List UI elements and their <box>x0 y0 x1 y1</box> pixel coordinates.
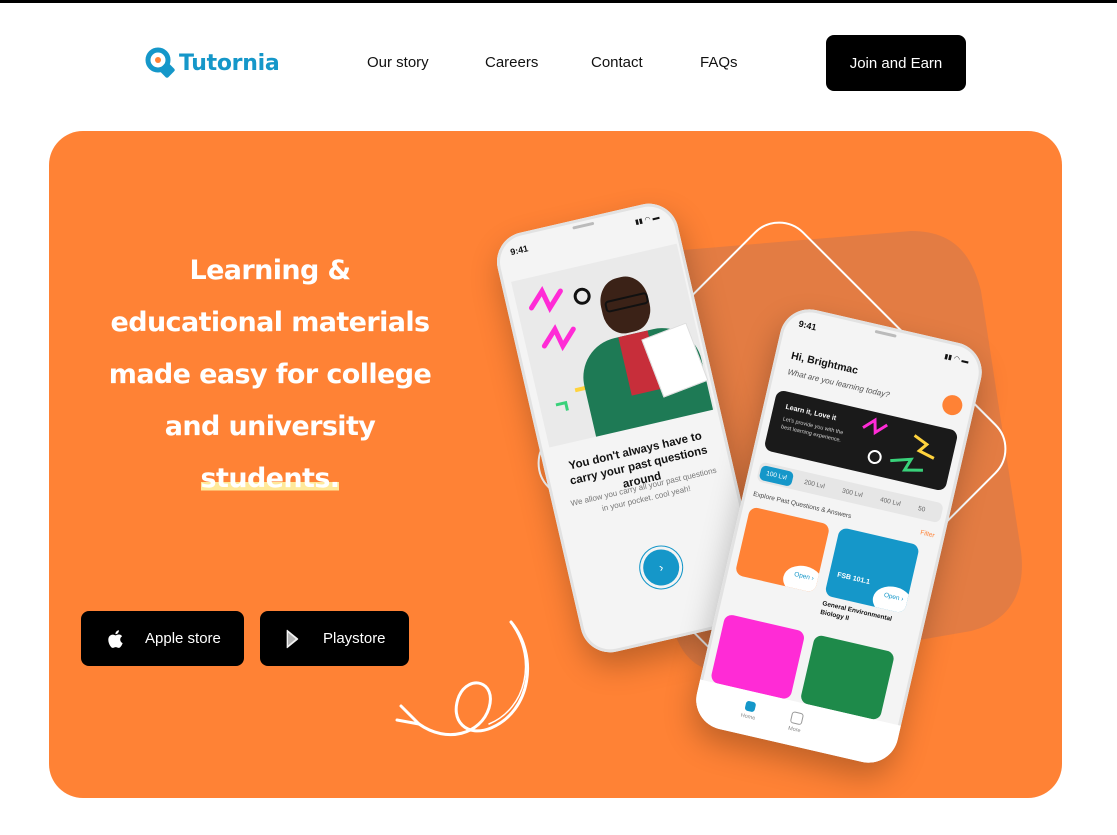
course-code: FSB 101.1 <box>836 571 871 587</box>
status-icons: ▮▮ ◠ ▬ <box>943 353 970 366</box>
doodle-decoration <box>862 417 935 472</box>
apple-store-button[interactable]: Apple store <box>81 611 244 666</box>
level-tab-200[interactable]: 200 Lvl <box>797 473 832 495</box>
nav-careers[interactable]: Careers <box>485 54 538 71</box>
student-photo <box>511 243 715 448</box>
status-icons: ▮▮ ◠ ▬ <box>634 213 661 227</box>
avatar[interactable] <box>940 393 965 418</box>
course-card[interactable]: Open › <box>734 506 831 593</box>
hero-headline: Learning & educational materials made ea… <box>105 245 435 505</box>
open-link[interactable]: Open › <box>869 582 916 614</box>
next-button[interactable]: › <box>639 545 683 590</box>
hero-section: Learning & educational materials made ea… <box>49 131 1062 798</box>
level-tab-100[interactable]: 100 Lvl <box>758 464 795 487</box>
tab-more-label: More <box>787 725 802 735</box>
level-tab-500[interactable]: 50 <box>911 499 933 518</box>
top-border <box>0 0 1117 3</box>
nav-contact[interactable]: Contact <box>591 54 643 71</box>
tab-more[interactable]: More <box>779 709 813 736</box>
brand-name: Tutornia <box>179 50 280 76</box>
brand-logo[interactable]: Tutornia <box>144 46 280 80</box>
open-link[interactable]: Open › <box>780 561 826 593</box>
level-tab-300[interactable]: 300 Lvl <box>835 482 870 504</box>
home-icon <box>744 700 757 713</box>
status-time: 9:41 <box>509 243 530 258</box>
apple-icon <box>108 629 123 648</box>
headline-highlight: students. <box>200 463 340 494</box>
tab-home-label: Home <box>740 712 756 722</box>
status-time: 9:41 <box>797 318 818 333</box>
phone-notch <box>874 329 897 338</box>
course-card[interactable]: FSB 101.1 Open › <box>824 527 920 614</box>
chevron-right-icon: › <box>657 560 665 575</box>
nav-our-story[interactable]: Our story <box>367 54 429 71</box>
level-tab-400[interactable]: 400 Lvl <box>873 491 908 513</box>
tab-home[interactable]: Home <box>733 698 767 723</box>
playstore-label: Playstore <box>323 630 386 647</box>
more-icon <box>789 711 805 726</box>
play-store-icon <box>286 629 299 648</box>
filter-link[interactable]: Filter <box>920 529 936 539</box>
apple-store-label: Apple store <box>145 630 221 647</box>
playstore-button[interactable]: Playstore <box>260 611 409 666</box>
phone-notch <box>571 221 594 230</box>
headline-text: Learning & educational materials made ea… <box>108 255 432 442</box>
banner-text: Let's provide you with the best learning… <box>780 416 844 444</box>
join-and-earn-button[interactable]: Join and Earn <box>826 35 966 91</box>
nav-faqs[interactable]: FAQs <box>700 54 738 71</box>
tutornia-logo-icon <box>145 47 175 78</box>
